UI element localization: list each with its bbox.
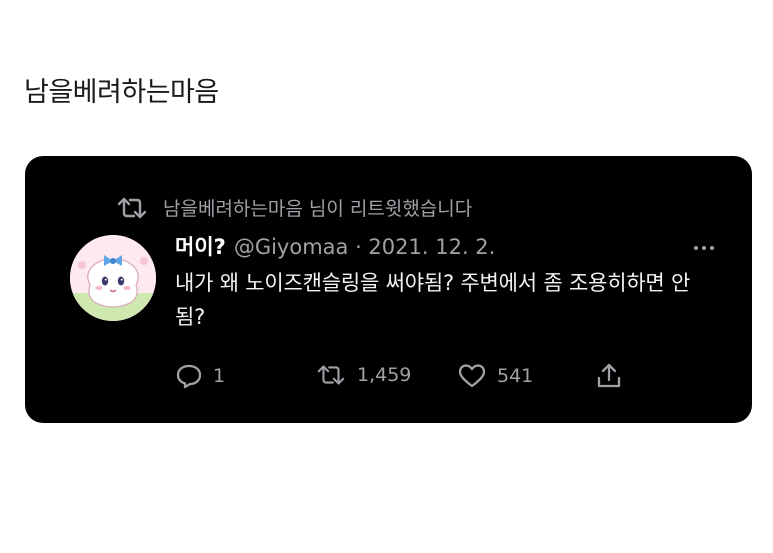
retweet-button[interactable]: 1,459 [315,362,411,388]
reply-icon [176,364,202,389]
tweet-actions: 1 1,459 541 [175,362,645,392]
page-title: 남을베려하는마음 [24,77,219,108]
display-name[interactable]: 머이? [175,231,226,261]
tweet-card[interactable]: 남을베려하는마음 님이 리트윗했습니다 머이? @Giyomaa · 2021.… [25,156,752,423]
handle-and-date[interactable]: @Giyomaa · 2021. 12. 2. [234,235,496,259]
like-count: 541 [497,365,534,387]
reply-count: 1 [213,365,226,387]
more-options-icon[interactable] [692,240,716,254]
avatar[interactable] [70,235,156,321]
avatar-illustration [70,235,156,321]
share-icon [597,363,621,388]
retweet-icon [317,365,345,385]
tweet-text: 내가 왜 노이즈캔슬링을 써야됨? 주변에서 좀 조용히하면 안 됨? [175,271,691,329]
tweet-header: 머이? @Giyomaa · 2021. 12. 2. [175,231,495,261]
retweet-context: 남을베려하는마음 님이 리트윗했습니다 [115,194,472,221]
retweet-icon [115,196,149,220]
share-button[interactable] [595,362,633,390]
reply-button[interactable]: 1 [175,362,225,390]
heart-icon [458,364,486,388]
retweet-count: 1,459 [357,364,412,386]
retweet-label: 남을베려하는마음 님이 리트윗했습니다 [163,198,473,220]
like-button[interactable]: 541 [457,362,533,390]
